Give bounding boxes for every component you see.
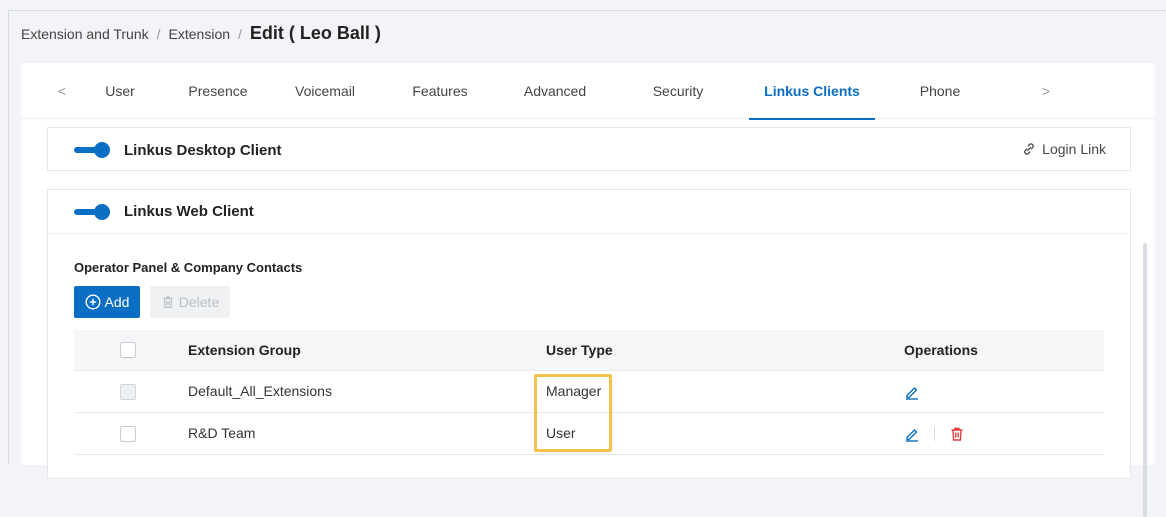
breadcrumb-item-extension[interactable]: Extension [169,26,230,42]
toggle-knob [94,203,110,220]
add-button[interactable]: Add [74,286,140,318]
extension-group-cell: Default_All_Extensions [178,370,536,413]
operations-cell [894,412,1104,455]
web-client-section: Linkus Web Client Operator Panel & Compa… [47,189,1131,479]
chevron-left-icon[interactable]: < [47,83,77,99]
tab-bar: < User Presence Voicemail Features Advan… [21,63,1155,120]
toggle-knob [94,142,110,158]
extension-group-table: Extension Group User Type Operations Def… [74,330,1104,455]
row-checkbox-cell [74,370,178,413]
content-card: < User Presence Voicemail Features Advan… [21,63,1155,517]
delete-icon[interactable] [949,426,965,442]
scrollbar[interactable] [1143,243,1147,517]
user-type-cell: User [536,412,894,455]
web-client-header: Linkus Web Client [48,190,1130,234]
header-extension-group: Extension Group [178,330,536,371]
row-checkbox [120,383,136,400]
user-type-cell: Manager [536,370,894,413]
tab-advanced[interactable]: Advanced [503,63,607,119]
table-row: R&D Team User [74,412,1104,455]
table-row: Default_All_Extensions Manager [74,370,1104,413]
breadcrumb-separator: / [238,25,242,42]
tab-voicemail[interactable]: Voicemail [273,63,377,119]
plus-circle-icon [85,294,101,310]
operations-cell [894,370,1104,413]
page-frame: Extension and Trunk / Extension / Edit (… [8,10,1166,517]
link-icon [1024,143,1034,155]
breadcrumb-item-extension-trunk[interactable]: Extension and Trunk [21,26,149,42]
extension-group-cell: R&D Team [178,412,536,455]
tab-features[interactable]: Features [377,63,503,119]
tab-presence[interactable]: Presence [163,63,273,119]
select-all-checkbox[interactable] [120,342,136,359]
web-client-title: Linkus Web Client [124,203,254,220]
web-client-toggle[interactable] [74,203,112,220]
add-button-label: Add [104,294,130,310]
desktop-client-title: Linkus Desktop Client [124,141,282,159]
page-title: Edit ( Leo Ball ) [249,23,381,43]
desktop-client-toggle[interactable] [74,142,112,158]
desktop-client-header: Linkus Desktop Client [48,128,1130,172]
trash-icon [162,296,173,308]
breadcrumb: Extension and Trunk / Extension / Edit (… [21,23,381,44]
operations-divider [933,426,935,441]
delete-button[interactable]: Delete [150,286,230,318]
tab-phone[interactable]: Phone [875,63,1005,119]
login-link[interactable]: Login Link [1022,141,1106,157]
row-checkbox-cell [74,412,178,455]
tab-linkus-clients[interactable]: Linkus Clients [749,63,875,120]
tab-user[interactable]: User [77,63,163,119]
chevron-right-icon[interactable]: > [1031,83,1061,99]
select-all-cell [74,330,178,371]
breadcrumb-separator: / [156,25,161,42]
table-header-row: Extension Group User Type Operations [74,330,1104,371]
desktop-client-section: Linkus Desktop Client Login Link [47,127,1131,171]
login-link-label: Login Link [1042,141,1106,157]
delete-button-label: Delete [178,294,220,310]
header-user-type: User Type [536,330,894,371]
edit-icon[interactable] [904,384,920,400]
tab-security[interactable]: Security [607,63,749,119]
operator-panel-title: Operator Panel & Company Contacts [74,260,303,275]
header-operations: Operations [894,330,1104,371]
edit-icon[interactable] [904,426,920,442]
row-checkbox[interactable] [120,425,136,442]
